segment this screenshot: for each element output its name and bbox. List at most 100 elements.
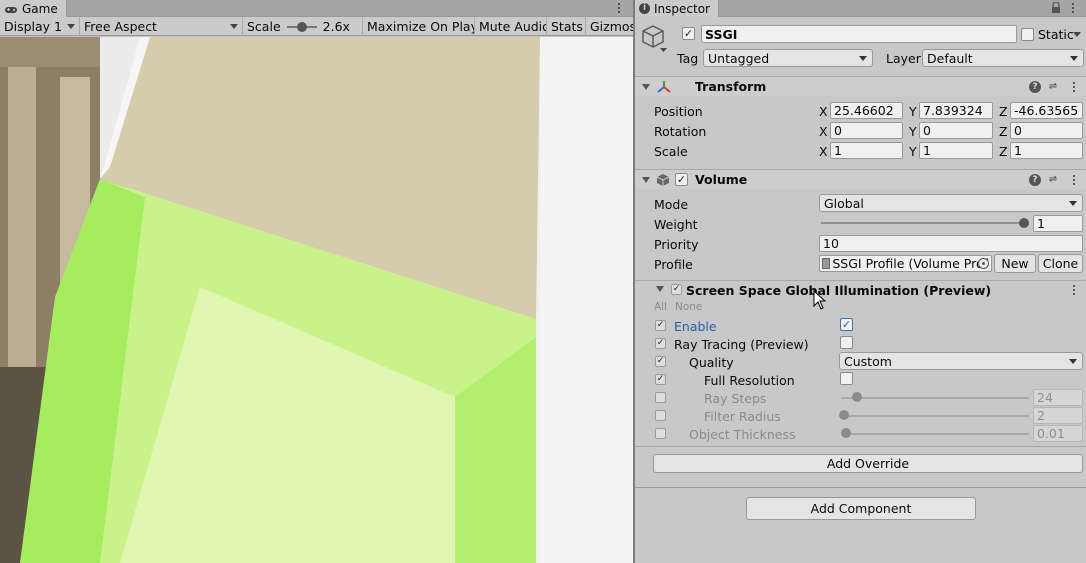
gizmos-toggle[interactable]: Gizmos: [586, 17, 633, 36]
position-y-field[interactable]: 7.839324: [919, 102, 993, 119]
layer-dropdown[interactable]: Default: [922, 49, 1084, 67]
ssgi-active-checkbox[interactable]: ✓: [671, 284, 682, 295]
aspect-dropdown[interactable]: Free Aspect: [80, 17, 243, 36]
enable-override-checkbox[interactable]: ✓: [655, 320, 666, 331]
tag-dropdown[interactable]: Untagged: [703, 49, 873, 67]
static-dropdown-icon[interactable]: [1073, 32, 1081, 37]
inspector-menu-icon[interactable]: [1068, 0, 1078, 16]
add-component-button[interactable]: Add Component: [746, 497, 976, 520]
none-toggle[interactable]: None: [675, 301, 702, 313]
scale-x-axis-label: X: [819, 144, 828, 159]
tab-inspector[interactable]: i Inspector: [635, 0, 719, 17]
add-override-button[interactable]: Add Override: [653, 454, 1083, 473]
object-active-checkbox[interactable]: ✓: [682, 27, 695, 40]
scale-control[interactable]: Scale 2.6x: [243, 17, 363, 36]
ray-tracing-checkbox[interactable]: [840, 336, 853, 349]
volume-help-icon[interactable]: ?: [1029, 174, 1041, 186]
ssgi-fold-icon[interactable]: [656, 286, 664, 292]
presets-icon[interactable]: ⇌: [1047, 80, 1059, 92]
object-thickness-field[interactable]: 0.01: [1033, 425, 1083, 442]
inspector-panel: i Inspector ✓ SSGI Static Tag Untagged L…: [633, 0, 1086, 563]
full-resolution-checkbox[interactable]: [840, 372, 853, 385]
volume-header[interactable]: ✓ Volume ? ⇌: [635, 169, 1086, 189]
filter-radius-label: Filter Radius: [704, 409, 781, 424]
volume-fold-icon[interactable]: [642, 177, 650, 183]
new-profile-button[interactable]: New: [994, 254, 1036, 273]
filter-radius-field[interactable]: 2: [1033, 407, 1083, 424]
game-menu-icon[interactable]: [614, 0, 624, 16]
profile-label: Profile: [654, 257, 693, 272]
mode-dropdown[interactable]: Global: [819, 194, 1083, 212]
maximize-label: Maximize On Play: [367, 19, 475, 34]
quality-override-checkbox[interactable]: ✓: [655, 356, 666, 367]
info-icon: i: [639, 3, 650, 14]
transform-header[interactable]: Transform ? ⇌: [635, 76, 1086, 96]
weight-slider-track[interactable]: [821, 222, 1025, 224]
object-thickness-override-checkbox[interactable]: [655, 428, 666, 439]
profile-asset-icon: [822, 258, 831, 269]
transform-fold-icon[interactable]: [642, 84, 650, 90]
filter-radius-slider-track[interactable]: [841, 415, 1029, 417]
volume-presets-icon[interactable]: ⇌: [1047, 173, 1059, 185]
scale-slider[interactable]: [286, 21, 317, 32]
mute-audio-toggle[interactable]: Mute Audio: [475, 17, 547, 36]
ssgi-menu-icon[interactable]: [1069, 282, 1079, 298]
lock-icon[interactable]: [1051, 1, 1061, 14]
help-icon[interactable]: ?: [1029, 81, 1041, 93]
maximize-on-play-toggle[interactable]: Maximize On Play: [363, 17, 475, 36]
add-component-label: Add Component: [810, 501, 912, 516]
rotation-label: Rotation: [654, 124, 707, 139]
tab-inspector-label: Inspector: [654, 1, 710, 16]
weight-field[interactable]: 1: [1033, 215, 1083, 232]
weight-label: Weight: [654, 217, 698, 232]
rotation-y-field[interactable]: 0: [919, 122, 993, 139]
weight-slider-thumb[interactable]: [1019, 218, 1029, 228]
tag-value: Untagged: [708, 50, 770, 66]
filter-radius-slider-thumb[interactable]: [839, 410, 849, 420]
add-override-label: Add Override: [826, 456, 910, 471]
rotation-x-value: 0: [834, 123, 842, 138]
filter-radius-override-checkbox[interactable]: [655, 410, 666, 421]
all-toggle[interactable]: All: [654, 301, 667, 313]
ray-steps-override-checkbox[interactable]: [655, 392, 666, 403]
profile-object-field[interactable]: SSGI Profile (Volume Prof: [819, 255, 992, 272]
volume-menu-icon[interactable]: [1069, 172, 1079, 188]
display-dropdown[interactable]: Display 1: [0, 17, 80, 36]
weight-value: 1: [1037, 216, 1045, 231]
volume-enabled-checkbox[interactable]: ✓: [675, 173, 688, 186]
mode-value: Global: [824, 195, 864, 211]
scale-label: Scale: [247, 19, 281, 34]
clone-profile-button[interactable]: Clone: [1038, 254, 1083, 273]
tab-game[interactable]: Game: [0, 0, 67, 17]
scale-z-field[interactable]: 1: [1010, 142, 1083, 159]
object-thickness-slider-thumb[interactable]: [841, 428, 851, 438]
ray-steps-field[interactable]: 24: [1033, 389, 1083, 406]
object-thickness-slider-track[interactable]: [841, 433, 1029, 435]
ray-steps-slider-track[interactable]: [841, 397, 1029, 399]
transform-title: Transform: [695, 79, 767, 94]
position-z-field[interactable]: -46.63565: [1010, 102, 1083, 119]
ray-steps-value: 24: [1037, 390, 1053, 405]
transform-menu-icon[interactable]: [1069, 79, 1079, 95]
stats-toggle[interactable]: Stats: [547, 17, 586, 36]
rotation-z-field[interactable]: 0: [1010, 122, 1083, 139]
quality-label: Quality: [689, 355, 734, 370]
game-viewport[interactable]: [0, 37, 633, 563]
game-view-panel: Game Display 1 Free Aspect Scale 2.6x Ma…: [0, 0, 633, 563]
full-resolution-override-checkbox[interactable]: ✓: [655, 374, 666, 385]
static-checkbox[interactable]: [1021, 28, 1034, 41]
ssgi-title[interactable]: Screen Space Global Illumination (Previe…: [686, 283, 991, 298]
profile-value: SSGI Profile (Volume Prof: [832, 256, 988, 271]
position-x-field[interactable]: 25.46602: [830, 102, 903, 119]
ray-steps-slider-thumb[interactable]: [852, 392, 862, 402]
ray-tracing-override-checkbox[interactable]: ✓: [655, 338, 666, 349]
object-name-field[interactable]: SSGI: [701, 25, 1017, 43]
ray-steps-label: Ray Steps: [704, 391, 767, 406]
object-picker-icon[interactable]: [978, 258, 989, 269]
scale-y-field[interactable]: 1: [919, 142, 993, 159]
quality-dropdown[interactable]: Custom: [839, 352, 1083, 370]
scale-x-field[interactable]: 1: [830, 142, 903, 159]
rotation-x-field[interactable]: 0: [830, 122, 903, 139]
priority-field[interactable]: 10: [819, 235, 1083, 252]
enable-checkbox[interactable]: ✓: [840, 318, 853, 331]
